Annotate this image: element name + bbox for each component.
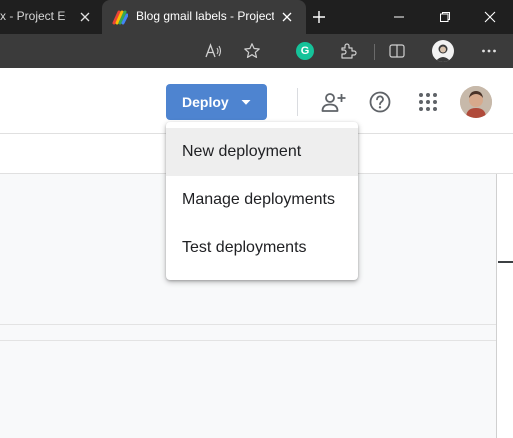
browser-toolbar: G xyxy=(0,34,513,68)
scrollbar-marker[interactable] xyxy=(498,261,513,263)
more-menu-icon[interactable] xyxy=(477,39,501,63)
split-screen-icon[interactable] xyxy=(385,39,409,63)
header-divider xyxy=(297,88,298,116)
share-add-person-icon[interactable] xyxy=(320,88,348,116)
tab-title: Blog gmail labels - Project xyxy=(136,9,274,23)
user-avatar[interactable] xyxy=(460,86,492,118)
read-aloud-icon[interactable] xyxy=(201,39,225,63)
deploy-button-label: Deploy xyxy=(182,94,229,110)
browser-tab[interactable]: x - Project Ed xyxy=(0,0,98,34)
minimize-icon[interactable] xyxy=(376,0,422,34)
grammarly-icon[interactable]: G xyxy=(293,39,317,63)
deploy-menu: New deployment Manage deployments Test d… xyxy=(166,122,358,280)
deploy-button[interactable]: Deploy xyxy=(166,84,267,120)
browser-tab-strip: x - Project Ed Blog gmail labels - Proje… xyxy=(0,0,513,34)
apps-grid-icon[interactable] xyxy=(414,88,442,116)
editor-border xyxy=(496,174,497,438)
close-icon[interactable] xyxy=(278,8,296,26)
app-script-favicon-icon xyxy=(112,9,129,25)
toolbar-divider xyxy=(374,44,375,60)
editor-divider xyxy=(0,324,496,325)
menu-item-manage-deployments[interactable]: Manage deployments xyxy=(166,176,358,224)
close-icon[interactable] xyxy=(76,8,94,26)
restore-icon[interactable] xyxy=(422,0,468,34)
editor-divider xyxy=(0,340,496,341)
help-icon[interactable] xyxy=(366,88,394,116)
extensions-icon[interactable] xyxy=(336,39,360,63)
profile-avatar[interactable] xyxy=(431,39,455,63)
browser-tab-active[interactable]: Blog gmail labels - Project xyxy=(102,0,306,34)
menu-item-test-deployments[interactable]: Test deployments xyxy=(166,224,358,272)
close-window-icon[interactable] xyxy=(467,0,513,34)
caret-down-icon xyxy=(240,95,252,111)
favorite-star-icon[interactable] xyxy=(240,39,264,63)
new-tab-plus-icon[interactable] xyxy=(296,0,342,34)
menu-item-new-deployment[interactable]: New deployment xyxy=(166,128,358,176)
tab-title: x - Project Ed xyxy=(0,9,66,23)
